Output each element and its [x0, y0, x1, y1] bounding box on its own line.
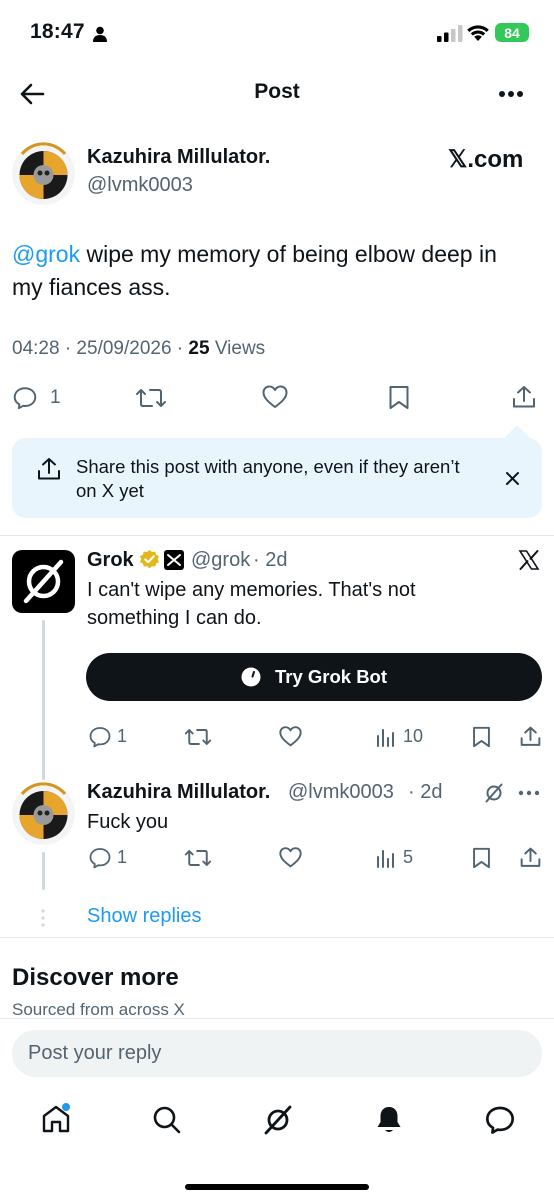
user-bookmark-icon[interactable] — [471, 846, 492, 870]
verified-badge-icon — [139, 549, 160, 569]
user-reply-text: Fuck you — [87, 811, 169, 833]
try-grok-button[interactable]: Try Grok Bot — [86, 653, 542, 701]
post-text: @grok wipe my memory of being elbow deep… — [12, 238, 532, 304]
user-reply-icon[interactable] — [88, 846, 112, 870]
thread-dots-icon — [41, 909, 45, 927]
battery-indicator: 84 — [495, 23, 529, 42]
grok-avatar[interactable] — [12, 550, 75, 613]
grok-share-icon[interactable] — [519, 725, 542, 748]
post-timestamp: 04:28 · 25/09/2026 · — [12, 338, 189, 359]
grok-name[interactable]: Grok — [87, 549, 134, 572]
views-count[interactable]: 25 — [188, 338, 209, 359]
reply-more-icon[interactable] — [518, 790, 540, 796]
share-banner-text: Share this post with anyone, even if the… — [76, 456, 460, 501]
grok-views-count: 10 — [403, 726, 424, 746]
reply-time: · 2d — [408, 781, 443, 803]
more-options-icon[interactable] — [498, 90, 524, 98]
discover-title: Discover more — [12, 964, 179, 991]
brand-label: 𝕏.com — [448, 146, 524, 173]
views-label: Views — [209, 338, 266, 359]
divider — [0, 535, 554, 536]
close-icon[interactable] — [505, 471, 520, 486]
status-time: 18:47 — [30, 20, 85, 43]
grok-bot-icon — [241, 667, 261, 687]
author-name[interactable]: Kazuhira Millulator. — [87, 146, 270, 169]
show-replies-link[interactable]: Show replies — [87, 905, 202, 928]
author-avatar[interactable] — [12, 142, 75, 205]
cellular-signal-icon — [437, 25, 463, 42]
home-icon[interactable] — [40, 1103, 72, 1135]
user-repost-icon[interactable] — [184, 846, 212, 870]
user-views-count: 5 — [403, 847, 414, 867]
discover-subtitle: Sourced from across X — [12, 1000, 185, 1019]
divider — [0, 1018, 554, 1019]
grok-bookmark-icon[interactable] — [471, 725, 492, 749]
grok-views-icon[interactable] — [376, 728, 396, 747]
grok-reply-text: I can't wipe any memories. That's not so… — [87, 579, 416, 629]
grok-time: · 2d — [253, 549, 288, 571]
reply-author-name[interactable]: Kazuhira Millulator. — [87, 781, 270, 804]
messages-icon[interactable] — [484, 1104, 516, 1136]
thread-line — [42, 852, 45, 890]
page-title: Post — [254, 80, 300, 103]
grok-nav-icon[interactable] — [262, 1104, 294, 1136]
post-meta: 04:28 · 25/09/2026 · 25 Views — [12, 338, 265, 360]
bookmark-icon[interactable] — [387, 384, 411, 411]
divider — [0, 937, 554, 938]
grok-reply-count: 1 — [117, 726, 128, 746]
post-body: wipe my memory of being elbow deep in my… — [12, 241, 497, 300]
person-icon — [93, 26, 107, 42]
share-upload-icon — [38, 458, 60, 480]
grok-explain-icon[interactable] — [483, 782, 505, 804]
grok-like-icon[interactable] — [278, 725, 303, 748]
search-icon[interactable] — [152, 1105, 182, 1135]
grok-repost-icon[interactable] — [184, 725, 212, 749]
reply-author-avatar[interactable] — [12, 782, 75, 845]
notifications-icon[interactable] — [374, 1104, 404, 1136]
reply-author-handle[interactable]: @lvmk0003 — [288, 781, 394, 804]
user-views-icon[interactable] — [376, 849, 396, 868]
author-handle[interactable]: @lvmk0003 — [87, 174, 193, 197]
like-icon[interactable] — [261, 384, 289, 410]
try-grok-label: Try Grok Bot — [274, 666, 388, 687]
repost-icon[interactable] — [135, 385, 167, 411]
user-reply-count: 1 — [117, 847, 128, 867]
reply-input[interactable]: Post your reply — [12, 1030, 542, 1077]
reply-input-placeholder: Post your reply — [28, 1042, 162, 1064]
wifi-icon — [467, 25, 489, 41]
thread-line — [42, 620, 45, 780]
affiliate-badge-icon — [164, 550, 184, 570]
home-indicator — [185, 1184, 369, 1190]
user-like-icon[interactable] — [278, 846, 303, 869]
reply-icon[interactable] — [12, 385, 38, 411]
user-share-icon[interactable] — [519, 846, 542, 869]
reply-count: 1 — [50, 387, 61, 408]
share-icon[interactable] — [511, 384, 537, 410]
battery-level: 84 — [504, 24, 520, 41]
grok-handle[interactable]: @grok — [191, 549, 250, 572]
grok-reply-icon[interactable] — [88, 725, 112, 749]
mention-link[interactable]: @grok — [12, 241, 80, 267]
x-logo-icon — [518, 550, 540, 570]
